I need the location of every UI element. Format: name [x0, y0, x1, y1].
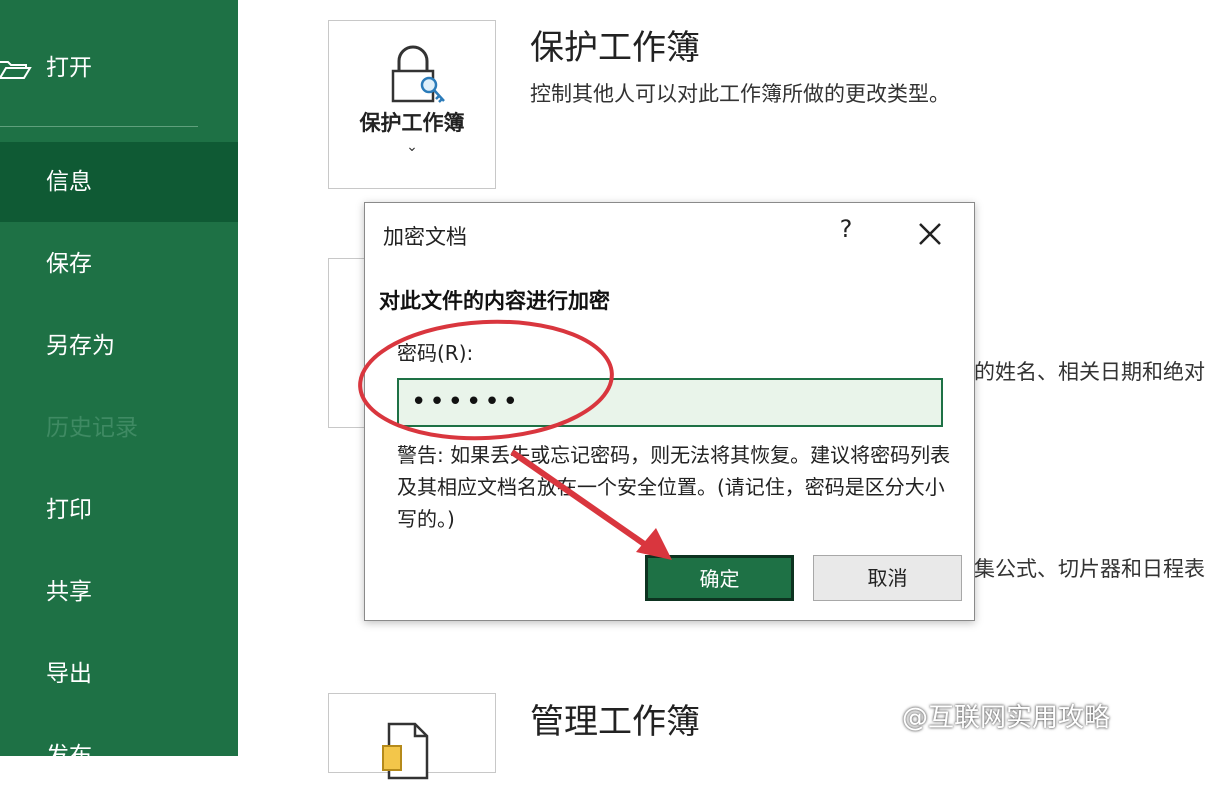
- nav-publish[interactable]: 发布: [0, 716, 238, 796]
- cancel-button[interactable]: 取消: [813, 555, 962, 601]
- protect-section-title: 保护工作簿: [530, 28, 700, 68]
- document-icon: [382, 722, 429, 780]
- sidebar-divider: [0, 126, 198, 127]
- nav-history: 历史记录: [46, 415, 138, 441]
- lock-key-icon: [391, 45, 445, 103]
- compat-section-description: 集公式、切片器和日程表: [974, 557, 1205, 581]
- password-warning-text: 警告: 如果丢失或忘记密码，则无法将其恢复。建议将密码列表及其相应文档名放在一个…: [397, 443, 951, 531]
- password-input[interactable]: ••••••: [397, 378, 943, 427]
- manage-workbook-button[interactable]: [328, 693, 496, 780]
- close-icon[interactable]: [913, 217, 947, 251]
- nav-print[interactable]: 打印: [0, 470, 238, 550]
- watermark: @互联网实用攻略: [902, 703, 1111, 733]
- protect-workbook-button[interactable]: 保护工作簿 ⌄: [328, 20, 496, 189]
- encrypt-document-dialog: 加密文档 ? 对此文件的内容进行加密 密码(R): •••••• 警告: 如果丢…: [364, 202, 975, 621]
- dialog-heading: 对此文件的内容进行加密: [379, 289, 610, 313]
- nav-export[interactable]: 导出: [0, 634, 238, 714]
- manage-section-title: 管理工作簿: [530, 702, 700, 742]
- nav-open[interactable]: 打开: [0, 28, 238, 108]
- inspect-section-description: 的姓名、相关日期和绝对: [974, 360, 1205, 384]
- nav-share[interactable]: 共享: [0, 552, 238, 632]
- help-button[interactable]: ?: [831, 215, 861, 251]
- password-label: 密码(R):: [397, 341, 474, 365]
- nav-info[interactable]: 信息: [0, 142, 238, 222]
- dialog-title: 加密文档: [383, 225, 467, 249]
- chevron-down-icon: ⌄: [406, 139, 418, 155]
- protect-section-description: 控制其他人可以对此工作簿所做的更改类型。: [530, 82, 950, 106]
- backstage-sidebar: 打开 信息 保存 另存为 历史记录 打印 共享 导出 发布: [0, 0, 238, 769]
- nav-save[interactable]: 保存: [0, 224, 238, 304]
- nav-save-as[interactable]: 另存为: [0, 306, 238, 386]
- protect-workbook-card-label: 保护工作簿: [359, 111, 465, 135]
- ok-button[interactable]: 确定: [645, 555, 794, 601]
